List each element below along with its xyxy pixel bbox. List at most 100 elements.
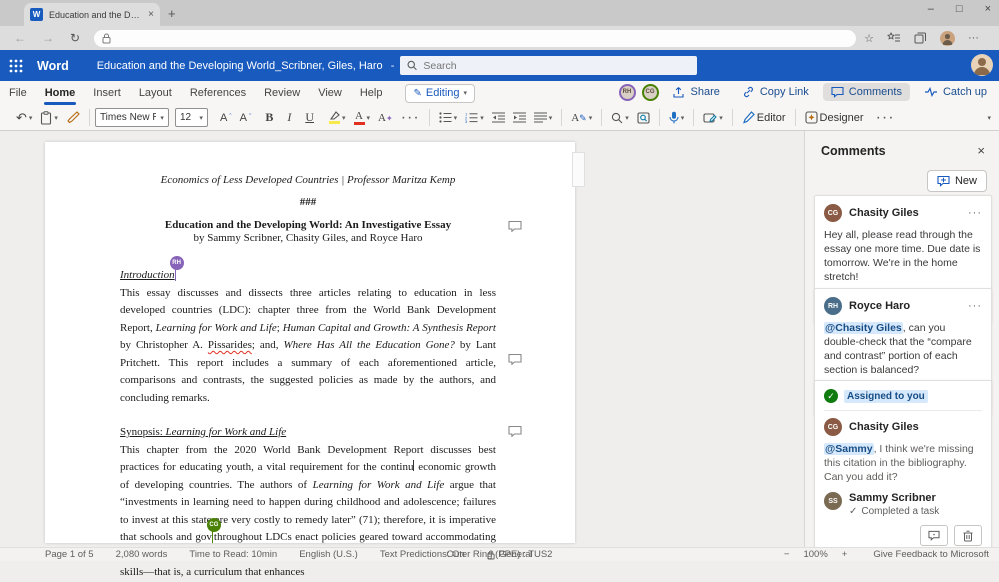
section-heading-introduction[interactable]: IntroductionRH — [120, 267, 496, 285]
time-to-read[interactable]: Time to Read: 10min — [189, 549, 277, 560]
comments-button[interactable]: Comments — [823, 83, 910, 101]
increase-indent-button[interactable] — [509, 112, 530, 123]
essay-byline[interactable]: by Sammy Scribner, Chasity Giles, and Ro… — [120, 232, 496, 245]
tab-file[interactable]: File — [0, 83, 36, 103]
font-name-combobox[interactable]: Times New Ro... ▾ — [95, 108, 169, 127]
tab-help[interactable]: Help — [351, 83, 392, 103]
divider — [693, 109, 694, 126]
dictate-button[interactable]: ▾ — [665, 111, 689, 124]
text-effects-button[interactable]: A✦ — [374, 112, 397, 124]
divider — [795, 109, 796, 126]
bold-button[interactable]: B — [261, 110, 277, 125]
font-color-button[interactable]: A ▾ — [350, 111, 375, 125]
tab-insert[interactable]: Insert — [84, 83, 130, 103]
browser-profile-avatar[interactable] — [940, 31, 955, 46]
browser-menu-icon[interactable]: ··· — [968, 32, 979, 44]
bullets-button[interactable]: ▾ — [435, 112, 462, 123]
favorite-star-icon[interactable]: ☆ — [864, 32, 874, 45]
doc-text-run: Introduction — [120, 269, 175, 281]
editing-mode-label: Editing — [426, 87, 460, 99]
zoom-in-button[interactable]: + — [842, 549, 848, 560]
paste-button[interactable]: ▾ — [36, 111, 62, 125]
tab-view[interactable]: View — [309, 83, 351, 103]
document-content[interactable]: Economics of Less Developed Countries | … — [45, 142, 575, 582]
new-comment-button[interactable]: New — [927, 170, 987, 192]
delete-thread-button[interactable] — [954, 525, 982, 546]
mention-chip[interactable]: @Sammy — [824, 443, 874, 455]
address-field[interactable] — [94, 30, 856, 47]
tab-references[interactable]: References — [181, 83, 255, 103]
decrease-indent-button[interactable] — [488, 112, 509, 123]
window-minimize-button[interactable]: – — [928, 3, 934, 15]
more-font-options-button[interactable]: ··· — [397, 109, 424, 127]
close-comments-icon[interactable]: × — [977, 143, 985, 158]
page-count[interactable]: Page 1 of 5 — [45, 549, 94, 560]
refresh-icon[interactable]: ↻ — [70, 31, 80, 45]
shrink-font-button[interactable]: Aˇ — [236, 112, 256, 124]
tab-review[interactable]: Review — [255, 83, 309, 103]
underline-button[interactable]: U — [301, 110, 318, 125]
word-count[interactable]: 2,080 words — [116, 549, 168, 560]
new-tab-button[interactable]: + — [168, 6, 176, 21]
section-heading-synopsis[interactable]: Synopsis: Learning for Work and Life — [120, 424, 496, 442]
margin-comment-icon[interactable] — [508, 425, 522, 437]
share-button[interactable]: Share — [665, 83, 728, 101]
account-avatar[interactable] — [971, 54, 993, 76]
document-page[interactable]: Economics of Less Developed Countries | … — [45, 142, 575, 543]
search-input[interactable] — [423, 60, 690, 72]
window-maximize-button[interactable]: □ — [956, 3, 963, 15]
tab-layout[interactable]: Layout — [130, 83, 181, 103]
forward-icon[interactable]: → — [42, 31, 54, 45]
editing-mode-button[interactable]: ✎ Editing ▾ — [405, 84, 475, 103]
find-button[interactable]: ▾ — [607, 112, 633, 124]
app-name[interactable]: Word — [37, 59, 69, 73]
app-launcher-waffle-icon[interactable] — [9, 59, 23, 73]
course-header-line[interactable]: Economics of Less Developed Countries | … — [120, 173, 496, 187]
collapse-ribbon-button[interactable]: ▾ — [983, 114, 995, 122]
feedback-link[interactable]: Give Feedback to Microsoft — [873, 549, 989, 560]
format-painter-button[interactable] — [62, 111, 84, 124]
tab-close-icon[interactable]: × — [148, 9, 154, 20]
margin-comment-icon[interactable] — [508, 220, 522, 232]
highlight-color-button[interactable]: ▾ — [324, 111, 350, 124]
comment-menu-icon[interactable]: ··· — [968, 207, 982, 219]
window-close-button[interactable]: × — [985, 3, 991, 15]
language[interactable]: English (U.S.) — [299, 549, 358, 560]
chevron-down-icon: ▾ — [29, 114, 33, 122]
reopen-thread-button[interactable] — [920, 525, 948, 546]
document-title[interactable]: Education and the Developing World_Scrib… — [97, 60, 383, 72]
styles-button[interactable]: A✎ ▾ — [567, 112, 596, 124]
sensitivity-button[interactable]: ▾ — [699, 112, 727, 124]
margin-comment-icon[interactable] — [508, 353, 522, 365]
formatting-toolbar: ↶ ▾ ▾ Times New Ro... ▾ 12 ▾ Aˆ Aˇ B I U… — [0, 105, 999, 131]
undo-button[interactable]: ↶ ▾ — [12, 110, 36, 126]
numbering-button[interactable]: 123 ▾ — [461, 112, 488, 123]
find-and-replace-button[interactable] — [633, 112, 654, 124]
copy-link-button[interactable]: Copy Link — [734, 83, 817, 101]
comment-menu-icon[interactable]: ··· — [968, 300, 982, 312]
browser-tab[interactable]: W Education and the Developing W × — [24, 3, 160, 26]
mention-chip[interactable]: @Chasity Giles — [824, 322, 903, 334]
alignment-button[interactable]: ▾ — [530, 112, 557, 123]
editor-button[interactable]: Editor — [738, 111, 790, 124]
presence-avatar-royce[interactable]: RH — [619, 84, 636, 101]
back-icon[interactable]: ← — [14, 31, 26, 45]
zoom-out-button[interactable]: − — [784, 549, 790, 560]
grow-font-button[interactable]: Aˆ — [216, 112, 236, 124]
italic-button[interactable]: I — [283, 110, 295, 125]
presence-avatar-chasity[interactable]: CG — [642, 84, 659, 101]
catch-up-button[interactable]: Catch up — [916, 83, 995, 101]
document-scrollbar-thumb[interactable] — [572, 152, 585, 187]
collections-icon[interactable] — [914, 32, 927, 44]
favorites-list-icon[interactable] — [887, 32, 901, 44]
introduction-paragraph[interactable]: This essay discusses and dissects three … — [120, 285, 496, 408]
zoom-level[interactable]: 100% — [803, 549, 827, 560]
font-size-combobox[interactable]: 12 ▾ — [175, 108, 208, 127]
search-box[interactable] — [400, 56, 697, 75]
tab-home[interactable]: Home — [36, 83, 85, 103]
separator-line[interactable]: ### — [120, 196, 496, 209]
designer-button[interactable]: Designer — [801, 111, 868, 124]
essay-title[interactable]: Education and the Developing World: An I… — [120, 219, 496, 232]
comment-card-resolved-task[interactable]: ✓ Assigned to you CG Chasity Giles @Samm… — [814, 380, 992, 555]
more-toolbar-options-button[interactable]: ··· — [872, 109, 899, 127]
